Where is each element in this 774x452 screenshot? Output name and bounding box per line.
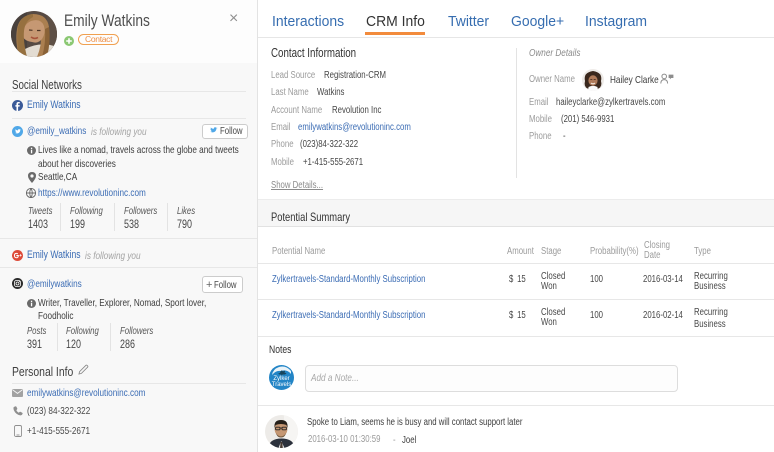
svg-text:Travels: Travels <box>272 382 291 388</box>
